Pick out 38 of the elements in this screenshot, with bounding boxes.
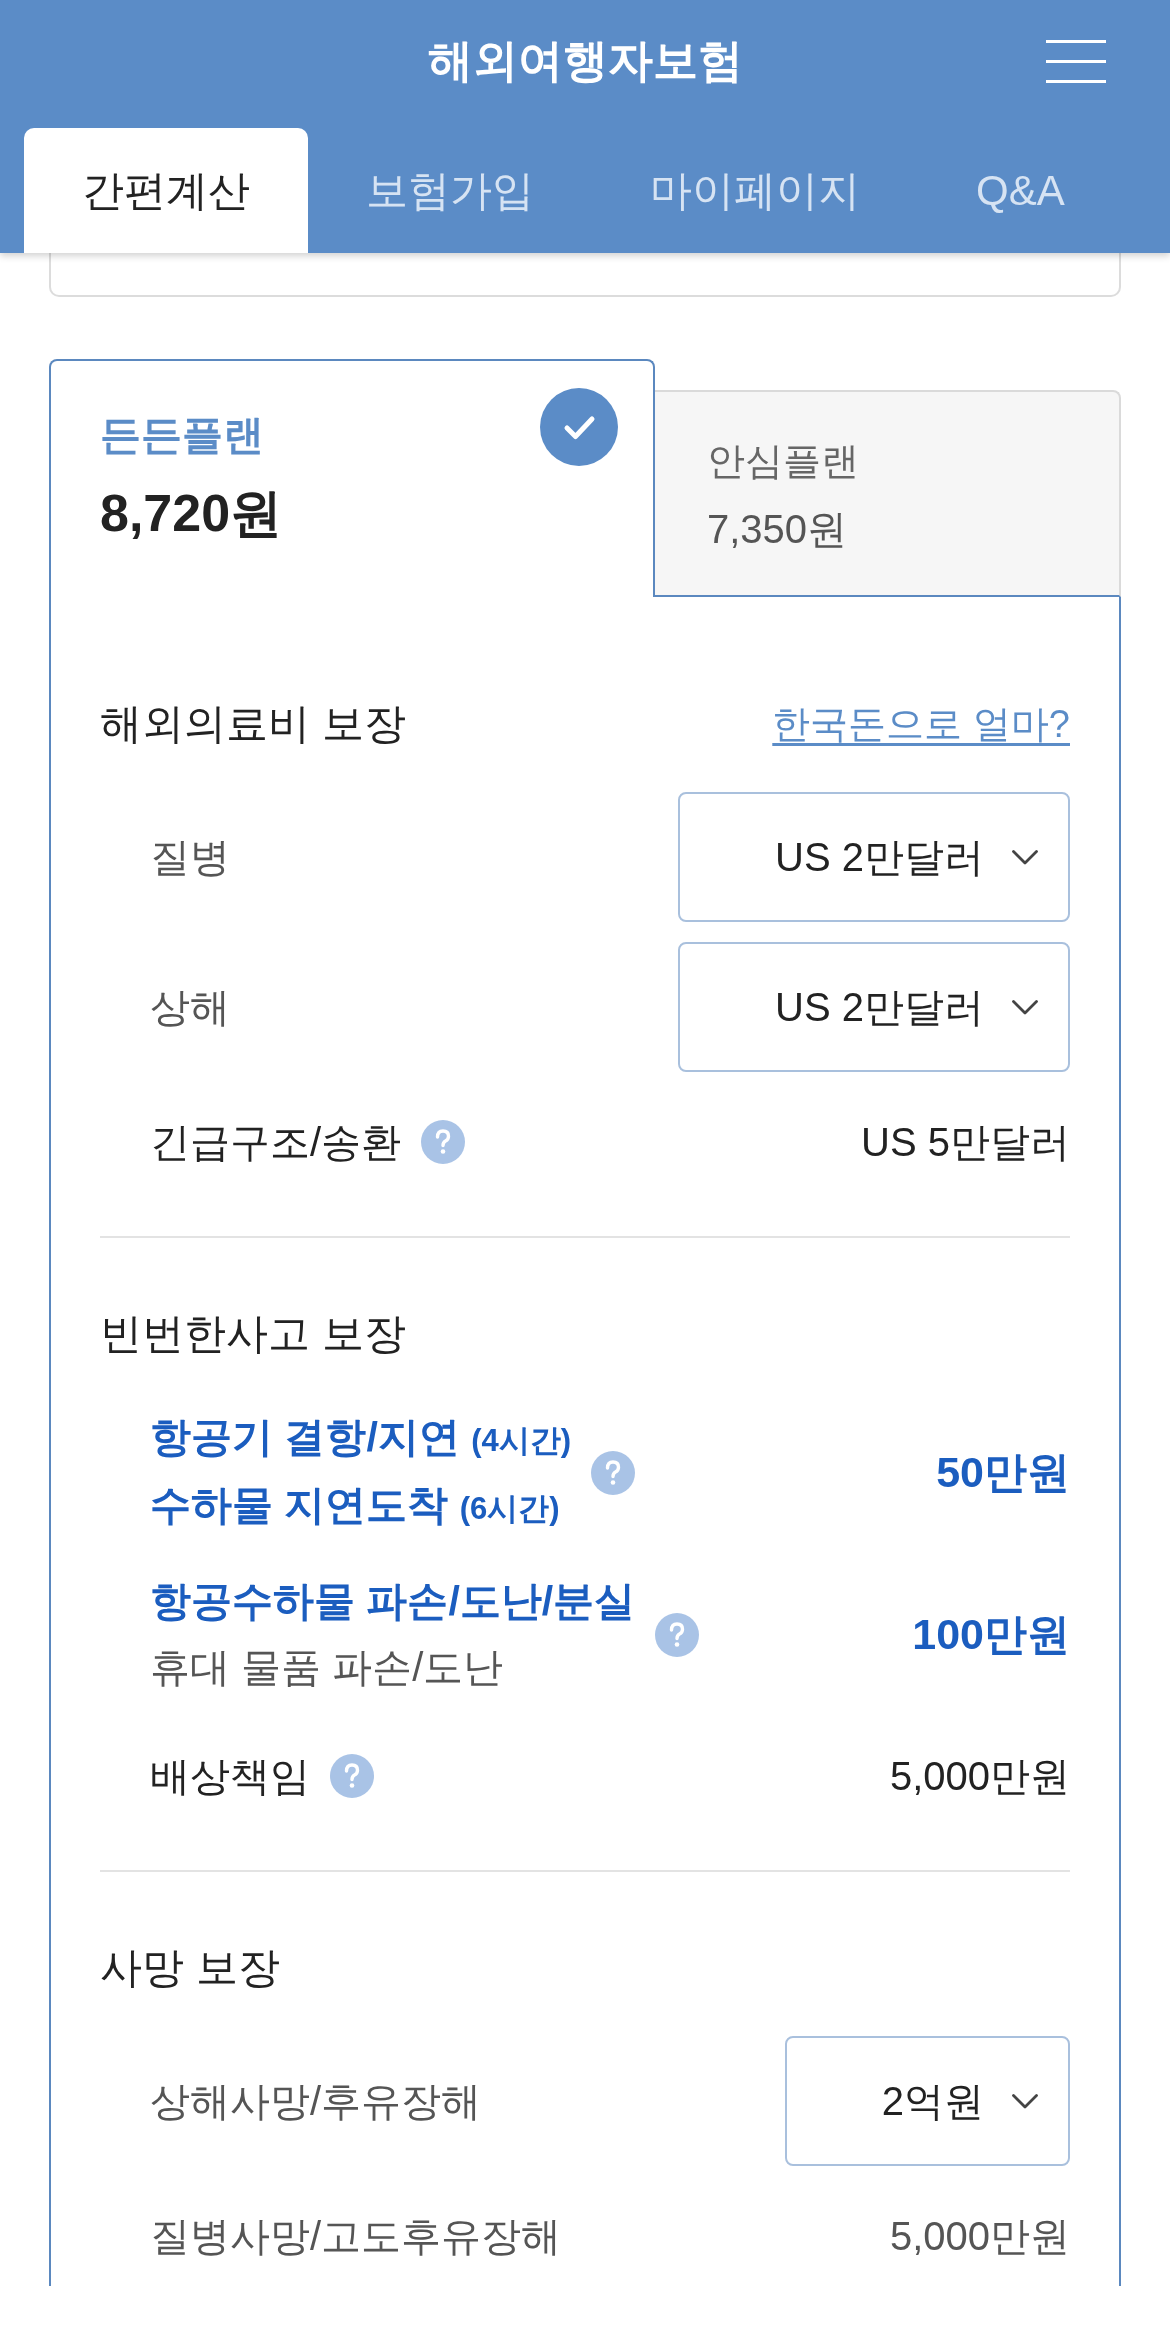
coverage-amount: 50만원 [936, 1447, 1070, 1498]
plan-price: 8,720원 [100, 483, 283, 544]
check-icon [540, 388, 618, 466]
menu-icon[interactable] [1046, 39, 1106, 83]
coverage-label: 질병 [150, 833, 230, 881]
help-icon[interactable] [655, 1613, 700, 1657]
nav-tab[interactable]: 간편계산 [24, 128, 308, 253]
help-icon[interactable] [421, 1120, 466, 1164]
coverage-label: 상해 [150, 983, 230, 1031]
chevron-down-icon [1012, 2093, 1038, 2109]
chevron-down-icon [1012, 849, 1038, 865]
coverage-label: 배상책임 [150, 1752, 310, 1800]
section-title: 해외의료비 보장 [100, 699, 406, 749]
plan-card[interactable]: 안심플랜 7,350원 [655, 390, 1121, 597]
amount-select[interactable]: 2억원 [784, 2036, 1070, 2166]
coverage-label: 항공기 결항/지연 (4시간) [150, 1413, 572, 1462]
page-title: 해외여행자보험 [427, 34, 743, 88]
coverage-amount: US 5만달러 [861, 1118, 1070, 1166]
amount-select[interactable]: US 2만달러 [678, 792, 1070, 922]
coverage-label: 상해사망/후유장해 [150, 2077, 482, 2125]
coverage-label: 항공수하물 파손/도난/분실 [150, 1577, 636, 1626]
coverage-label: 질병사망/고도후유장해 [150, 2212, 562, 2260]
amount-select[interactable]: US 2만달러 [678, 942, 1070, 1072]
plan-card[interactable]: 든든플랜 8,720원 [49, 359, 655, 597]
section-title: 빈번한사고 보장 [100, 1309, 406, 1359]
chevron-down-icon [1012, 999, 1038, 1015]
plan-name: 안심플랜 [707, 439, 859, 484]
coverage-amount: 5,000만원 [889, 1752, 1070, 1800]
coverage-amount: 5,000만원 [889, 2212, 1070, 2260]
help-icon[interactable] [591, 1451, 636, 1495]
help-icon[interactable] [330, 1754, 374, 1798]
coverage-sublabel: 휴대 물품 파손/도난 [150, 1644, 504, 1691]
coverage-label: 수하물 지연도착 (6시간) [150, 1481, 560, 1530]
plan-price: 7,350원 [707, 506, 848, 553]
coverage-amount: 100만원 [912, 1609, 1070, 1660]
section-title: 사망 보장 [100, 1943, 280, 1993]
coverage-label: 긴급구조/송환 [150, 1118, 402, 1166]
plan-name: 든든플랜 [100, 411, 264, 460]
